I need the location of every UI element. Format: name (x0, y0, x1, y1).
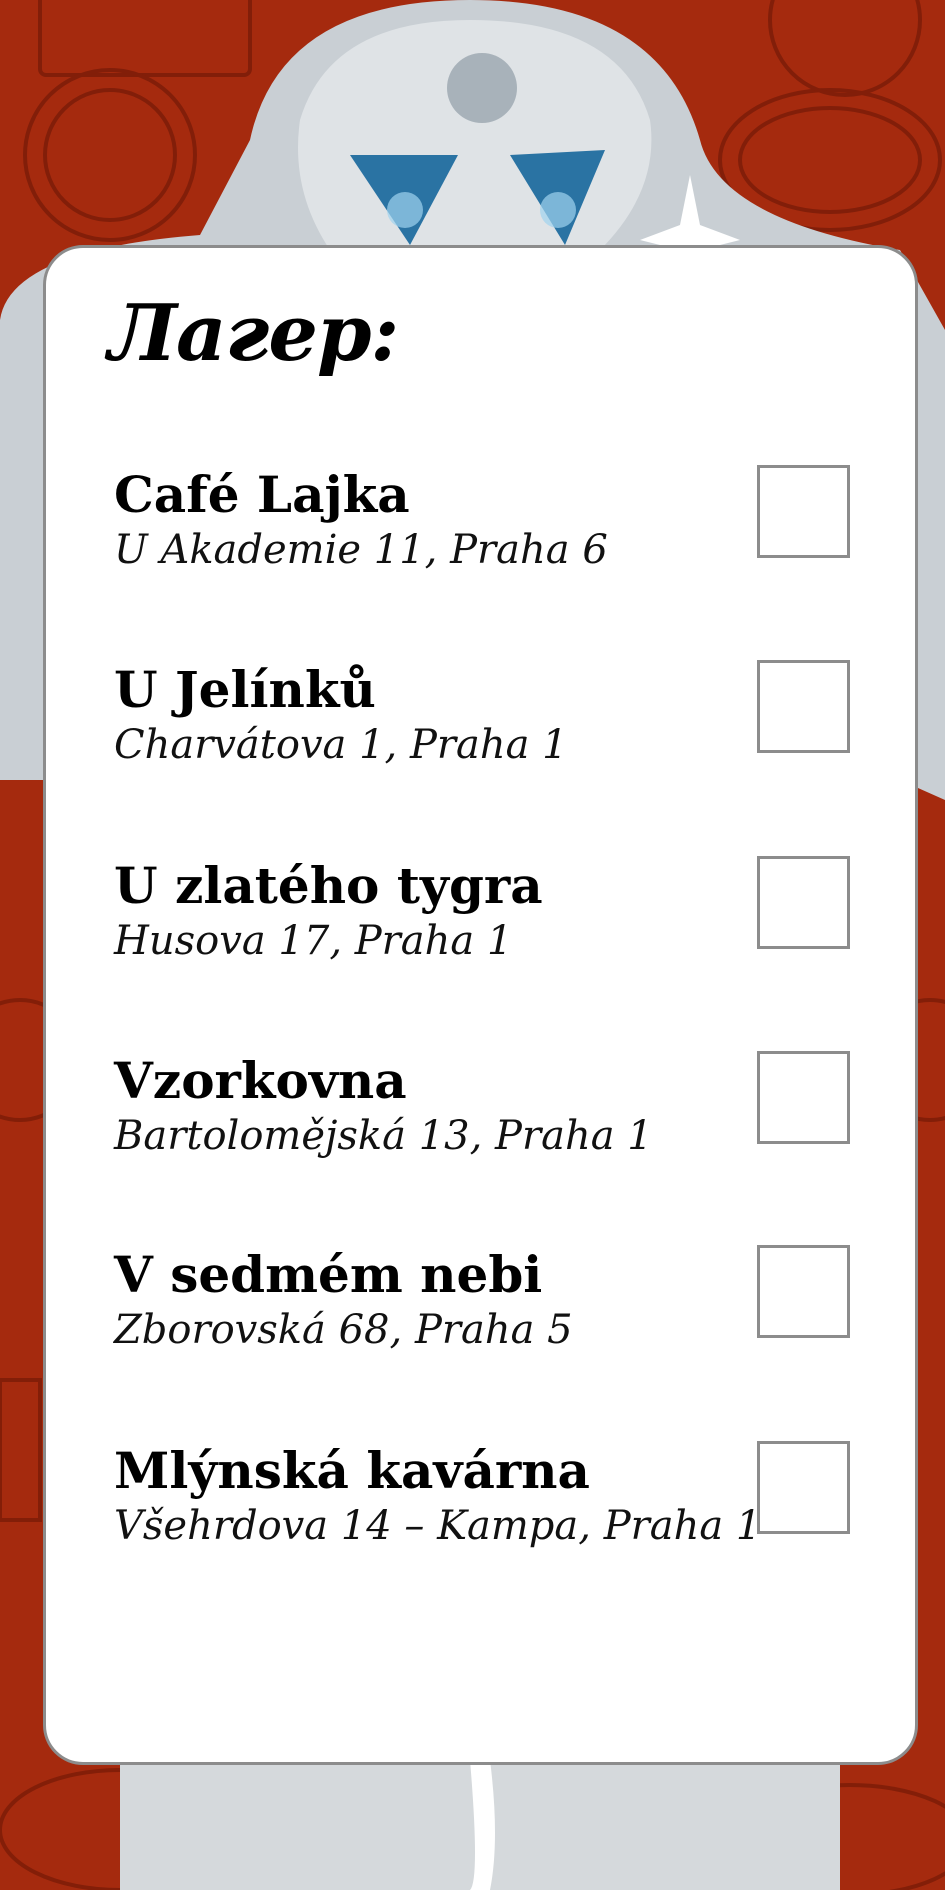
place-address: Charvátova 1, Praha 1 (114, 722, 568, 768)
place-name: U Jelínků (114, 660, 376, 719)
place-address: Husova 17, Praha 1 (114, 918, 513, 964)
list-item: U zlatého tygra Husova 17, Praha 1 (114, 856, 874, 996)
place-address: Zborovská 68, Praha 5 (114, 1307, 573, 1353)
visited-checkbox[interactable] (757, 465, 850, 558)
visited-checkbox[interactable] (757, 1051, 850, 1144)
visited-checkbox[interactable] (757, 1441, 850, 1534)
place-address: U Akademie 11, Praha 6 (114, 527, 608, 573)
page-title: Лагер: (108, 288, 399, 379)
list-item: Café Lajka U Akademie 11, Praha 6 (114, 465, 874, 605)
place-address: Všehrdova 14 – Kampa, Praha 1 (114, 1503, 762, 1549)
list-item: Mlýnská kavárna Všehrdova 14 – Kampa, Pr… (114, 1441, 874, 1581)
place-name: Mlýnská kavárna (114, 1441, 590, 1500)
place-address: Bartoloměјská 13, Praha 1 (114, 1113, 653, 1159)
place-name: Café Lajka (114, 465, 410, 524)
visited-checkbox[interactable] (757, 856, 850, 949)
place-name: V sedmém nebi (114, 1245, 543, 1304)
list-item: U Jelínků Charvátova 1, Praha 1 (114, 660, 874, 800)
place-name: U zlatého tygra (114, 856, 543, 915)
place-name: Vzorkovna (114, 1051, 407, 1110)
visited-checkbox[interactable] (757, 1245, 850, 1338)
visited-checkbox[interactable] (757, 660, 850, 753)
list-item: Vzorkovna Bartoloměјská 13, Praha 1 (114, 1051, 874, 1191)
list-item: V sedmém nebi Zborovská 68, Praha 5 (114, 1245, 874, 1385)
checklist-card: Лагер: Café Lajka U Akademie 11, Praha 6… (43, 245, 918, 1765)
